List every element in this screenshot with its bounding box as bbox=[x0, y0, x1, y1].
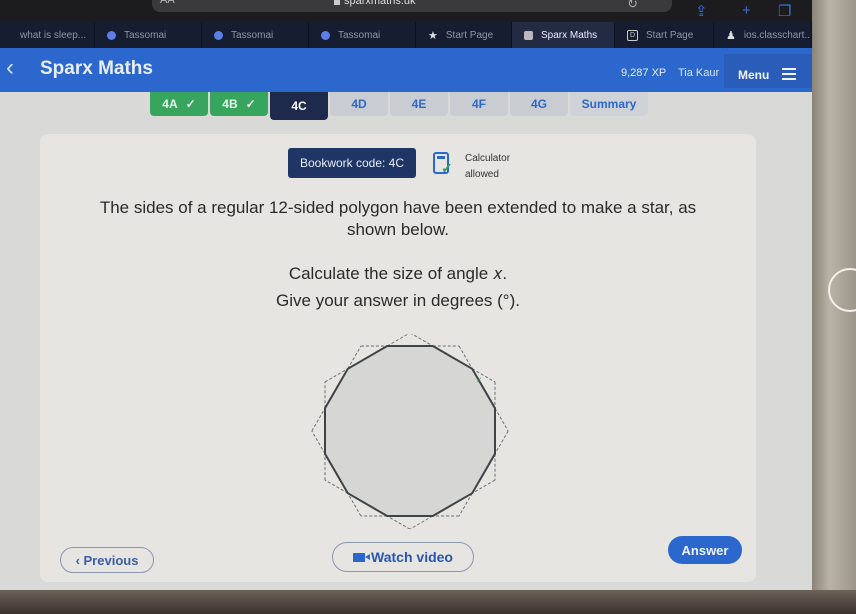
task-tab-4a[interactable]: 4A ✓ bbox=[150, 92, 208, 116]
answer-units-instruction: Give your answer in degrees (°). bbox=[276, 291, 520, 310]
star-icon: ★ bbox=[428, 29, 438, 42]
extended-side-line bbox=[494, 407, 509, 432]
task-tab-4g[interactable]: 4G bbox=[510, 92, 568, 116]
lock-icon bbox=[334, 0, 340, 5]
dodecagon bbox=[324, 345, 496, 517]
bookwork-code: Bookwork code: 4C bbox=[288, 148, 416, 178]
extended-side-line bbox=[311, 407, 326, 432]
back-chevron-icon[interactable]: ‹ bbox=[6, 56, 14, 80]
url-text: sparxmaths.uk bbox=[344, 0, 416, 7]
tassomai-icon bbox=[321, 30, 330, 40]
browser-tab[interactable]: ★ Start Page bbox=[416, 22, 512, 48]
calculator-icon: ✓ bbox=[433, 152, 453, 176]
browser-tab[interactable]: ♟ ios.classchart... bbox=[714, 22, 812, 48]
task-tab-4b[interactable]: 4B ✓ bbox=[210, 92, 268, 116]
extended-side-line bbox=[386, 515, 411, 529]
question-text-line1: The sides of a regular 12-sided polygon … bbox=[99, 198, 697, 217]
check-icon: ✓ bbox=[185, 97, 196, 111]
extended-side-line bbox=[409, 515, 434, 529]
extended-side-line bbox=[410, 334, 434, 347]
browser-tab[interactable]: Tassomai bbox=[95, 22, 202, 48]
d-icon: D bbox=[627, 29, 638, 41]
xp-count: 9,287 XP bbox=[621, 67, 667, 79]
hamburger-icon bbox=[782, 68, 796, 83]
check-icon: ✓ bbox=[245, 97, 256, 111]
extended-side-line bbox=[494, 430, 509, 455]
reload-icon[interactable]: ↻ bbox=[627, 0, 638, 12]
menu-label: Menu bbox=[738, 68, 770, 82]
browser-toolbar: AA sparxmaths.uk ↻ ⇪ + ❐ bbox=[0, 0, 812, 22]
polygon-star-diagram: x bbox=[311, 334, 509, 529]
task-tab-4f[interactable]: 4F bbox=[450, 92, 508, 116]
new-tab-icon[interactable]: + bbox=[742, 2, 751, 19]
task-tabs: 4A ✓ 4B ✓ 4C 4D 4E 4F 4G Summary bbox=[150, 92, 648, 120]
question-text-line2: shown below. bbox=[346, 220, 450, 239]
task-tab-summary[interactable]: Summary bbox=[570, 92, 648, 116]
browser-tab[interactable]: Tassomai bbox=[309, 22, 416, 48]
tablet-bezel-bottom bbox=[0, 590, 856, 614]
app-title: Sparx Maths bbox=[40, 58, 153, 79]
tassomai-icon bbox=[214, 30, 223, 40]
classcharts-icon: ♟ bbox=[726, 29, 736, 42]
extended-side-line bbox=[311, 430, 326, 455]
browser-tab[interactable]: what is sleep... bbox=[0, 22, 95, 48]
calculator-status: Calculator allowed bbox=[465, 153, 511, 180]
task-tab-4e[interactable]: 4E bbox=[390, 92, 448, 116]
previous-button[interactable]: ‹ Previous bbox=[60, 547, 154, 573]
app-header: ‹ Sparx Maths 9,287 XP Tia Kaur Menu bbox=[0, 48, 812, 92]
angle-x-label: x bbox=[477, 375, 482, 384]
question-card: Bookwork code: 4C ✓ Calculator allowed T… bbox=[40, 134, 756, 582]
tassomai-icon bbox=[107, 30, 116, 40]
sparx-icon bbox=[524, 30, 533, 40]
browser-tab[interactable]: D Start Page bbox=[615, 22, 714, 48]
chevron-left-icon: ‹ bbox=[75, 552, 84, 568]
address-bar[interactable]: AA sparxmaths.uk ↻ bbox=[152, 0, 672, 12]
tabs-overview-icon[interactable]: ❐ bbox=[778, 2, 791, 20]
reader-aa-button[interactable]: AA bbox=[160, 0, 175, 6]
question-instruction: Calculate the size of angle 𝑥. bbox=[288, 264, 508, 283]
browser-tab[interactable]: Tassomai bbox=[202, 22, 309, 48]
menu-button[interactable]: Menu bbox=[724, 54, 812, 88]
extended-side-line bbox=[386, 334, 410, 347]
task-tab-4d[interactable]: 4D bbox=[330, 92, 388, 116]
share-icon[interactable]: ⇪ bbox=[695, 2, 708, 20]
browser-tab-bar: what is sleep... Tassomai Tassomai Tasso… bbox=[0, 22, 812, 48]
tablet-screen: AA sparxmaths.uk ↻ ⇪ + ❐ what is sleep..… bbox=[0, 0, 812, 590]
browser-tab-active[interactable]: Sparx Maths bbox=[512, 22, 615, 48]
watch-video-button[interactable]: Watch video bbox=[332, 542, 474, 572]
video-camera-icon bbox=[353, 552, 371, 562]
answer-button[interactable]: Answer bbox=[668, 536, 742, 564]
task-tab-4c[interactable]: 4C bbox=[270, 92, 328, 120]
user-name[interactable]: Tia Kaur bbox=[678, 67, 719, 79]
